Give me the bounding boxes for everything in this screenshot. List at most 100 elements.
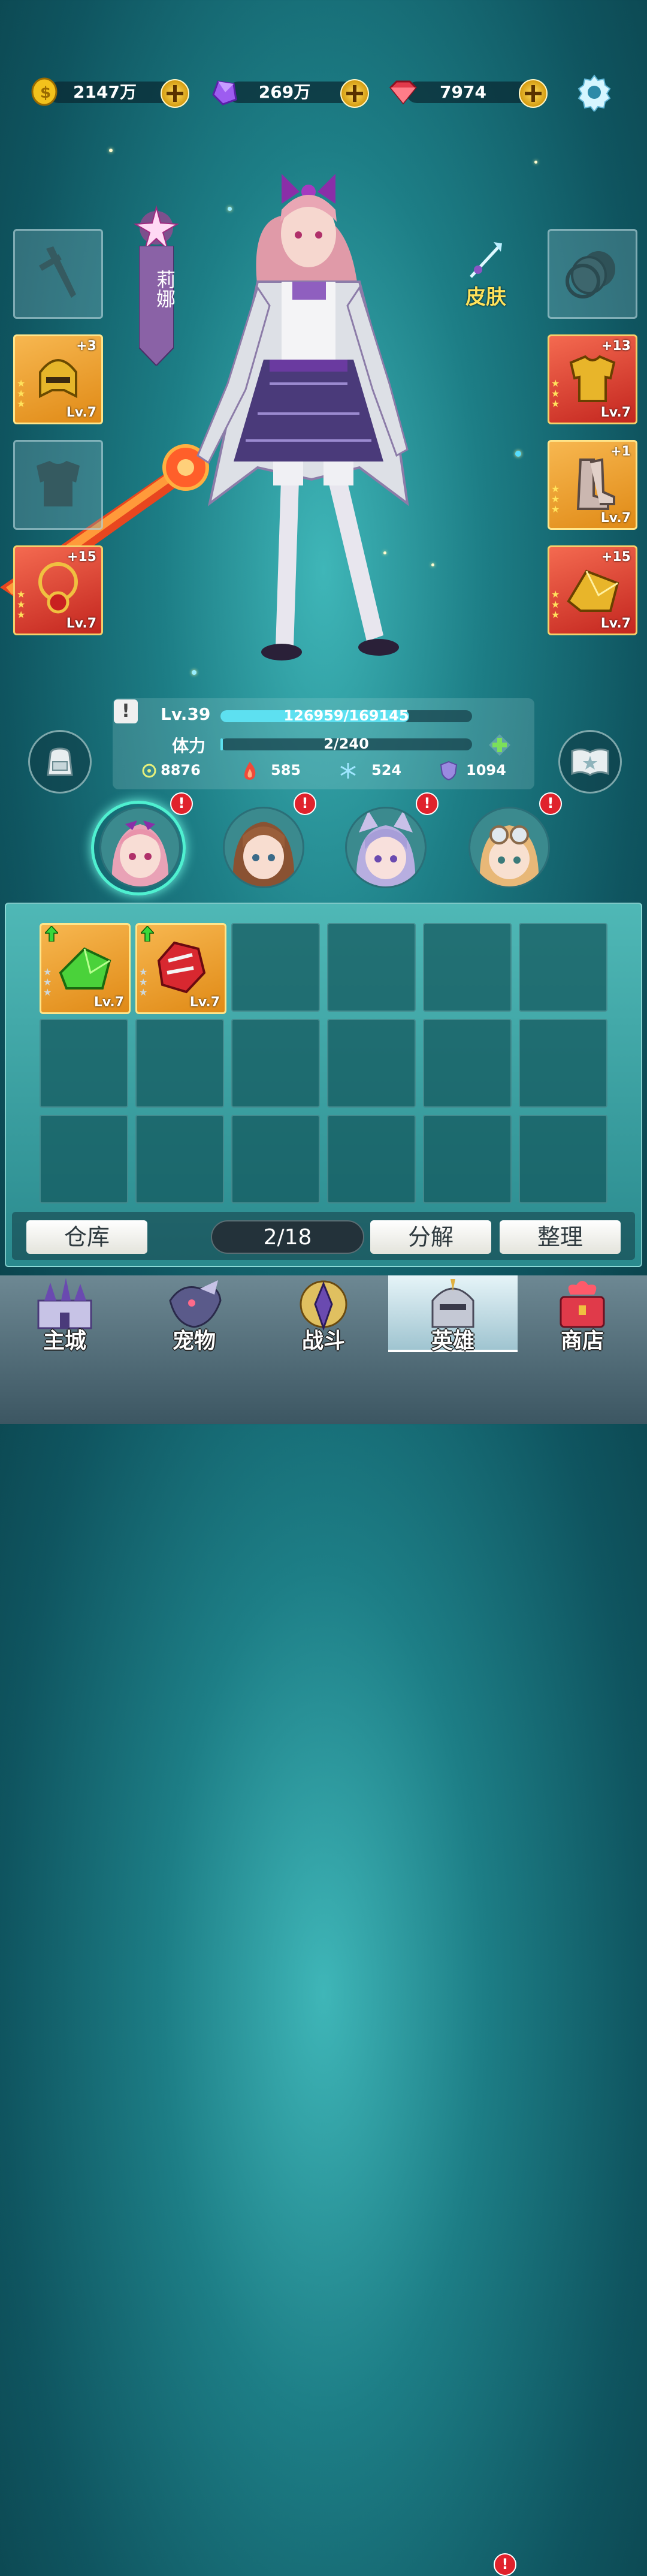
inventory-empty-cell[interactable] bbox=[231, 1115, 320, 1203]
castle-icon bbox=[37, 1278, 92, 1329]
add-crystal-button[interactable] bbox=[340, 79, 369, 108]
sword-silhouette-icon bbox=[39, 246, 76, 298]
ring-slot-empty[interactable] bbox=[548, 229, 637, 319]
inventory-empty-cell[interactable] bbox=[423, 1115, 512, 1203]
alert-badge: ! bbox=[494, 2553, 516, 2576]
ruby-amount: 7974 bbox=[440, 82, 486, 102]
upgrade-arrow-icon bbox=[141, 926, 154, 942]
item-level: Lv.7 bbox=[600, 511, 631, 526]
item-level: Lv.7 bbox=[93, 995, 124, 1010]
chest-armor-slot[interactable]: ★ ★ ★ +13 Lv.7 bbox=[548, 334, 637, 424]
star-rating: ★ ★ ★ bbox=[139, 966, 148, 998]
enhance-level: +13 bbox=[601, 339, 631, 354]
inventory-empty-cell[interactable] bbox=[135, 1115, 224, 1203]
nav-shop[interactable]: 商店 bbox=[518, 1275, 647, 1353]
inventory-empty-cell[interactable] bbox=[519, 1019, 607, 1108]
settings-gear-icon[interactable] bbox=[575, 73, 613, 111]
helmet-slot[interactable]: ★ ★ ★ +3 Lv.7 bbox=[13, 334, 103, 424]
cat-ear-portrait bbox=[347, 809, 425, 886]
gold-amount: 2147万 bbox=[73, 82, 137, 102]
item-level: Lv.7 bbox=[189, 995, 220, 1010]
alert-badge: ! bbox=[170, 792, 193, 815]
attack-crosshair-icon bbox=[142, 764, 156, 778]
nav-pet[interactable]: 宠物 bbox=[129, 1275, 259, 1353]
hero-avatar-3[interactable] bbox=[345, 807, 427, 888]
hero-stats-panel: ! Lv.39 126959/169145 体力 2/240 8876 585 … bbox=[113, 698, 534, 789]
star-rating: ★ ★ ★ bbox=[17, 378, 26, 409]
inventory-empty-cell[interactable] bbox=[327, 1019, 416, 1108]
nav-hero-active[interactable]: 英雄 bbox=[388, 1275, 518, 1353]
defense-shield-icon bbox=[440, 761, 458, 781]
add-gold-button[interactable] bbox=[161, 79, 189, 108]
item-level: Lv.7 bbox=[66, 405, 96, 420]
ice-snowflake-icon bbox=[340, 763, 356, 779]
bottom-navigation: 主城 宠物 战斗 英雄 ! 商店 bbox=[0, 1275, 647, 2576]
hero-avatar-lina[interactable] bbox=[99, 807, 181, 888]
inventory-empty-cell[interactable] bbox=[231, 923, 320, 1012]
inventory-empty-cell[interactable] bbox=[135, 1019, 224, 1108]
nav-label: 英雄 bbox=[431, 1329, 474, 1353]
inventory-item-red-gauntlet[interactable]: ★ ★ ★ Lv.7 bbox=[135, 923, 226, 1014]
warehouse-button[interactable]: 仓库 bbox=[26, 1220, 147, 1254]
inventory-empty-cell[interactable] bbox=[423, 1019, 512, 1108]
stamina-value: 2/240 bbox=[324, 735, 369, 752]
skin-button[interactable]: 皮肤 bbox=[459, 240, 513, 312]
star-rating: ★ ★ ★ bbox=[17, 589, 26, 620]
inventory-empty-cell[interactable] bbox=[423, 923, 512, 1012]
hero-avatar-4[interactable] bbox=[468, 807, 550, 888]
add-stamina-button[interactable] bbox=[488, 733, 512, 757]
nav-label: 主城 bbox=[43, 1329, 86, 1353]
fire-value: 585 bbox=[271, 762, 301, 779]
attack-value: 8876 bbox=[161, 762, 201, 779]
item-level: Lv.7 bbox=[600, 405, 631, 420]
inventory-empty-cell[interactable] bbox=[40, 1019, 128, 1108]
gloves-slot[interactable]: ★ ★ ★ +15 Lv.7 bbox=[548, 545, 637, 635]
nav-battle[interactable]: 战斗 bbox=[259, 1275, 388, 1353]
backpack-button[interactable] bbox=[28, 730, 92, 794]
upgrade-arrow-icon bbox=[45, 926, 58, 942]
necklace-slot[interactable]: ★ ★ ★ +15 Lv.7 bbox=[13, 545, 103, 635]
star-rating: ★ ★ ★ bbox=[551, 589, 560, 620]
svg-text:$: $ bbox=[40, 84, 51, 102]
alert-badge: ! bbox=[294, 792, 316, 815]
boots-slot[interactable]: ★ ★ ★ +1 Lv.7 bbox=[548, 440, 637, 530]
alert-badge: ! bbox=[416, 792, 439, 815]
nav-main-city[interactable]: 主城 bbox=[0, 1275, 129, 1353]
inventory-item-green-armor[interactable]: ★ ★ ★ Lv.7 bbox=[40, 923, 131, 1014]
nav-label: 战斗 bbox=[301, 1329, 345, 1353]
golden-chest-armor-icon bbox=[569, 355, 616, 402]
dragon-pet-icon bbox=[169, 1280, 222, 1328]
ruby-necklace-icon bbox=[38, 562, 78, 614]
golden-gauntlet-icon bbox=[567, 569, 619, 612]
enhance-level: +15 bbox=[601, 550, 631, 565]
boots-icon bbox=[576, 458, 615, 510]
fire-icon bbox=[244, 762, 256, 780]
trident-icon bbox=[470, 242, 502, 278]
inventory-empty-cell[interactable] bbox=[327, 1115, 416, 1203]
organize-button[interactable]: 整理 bbox=[500, 1220, 621, 1254]
inventory-empty-cell[interactable] bbox=[40, 1115, 128, 1203]
backpack-icon bbox=[47, 747, 73, 776]
crystal-currency: 269万 bbox=[210, 77, 369, 108]
add-ruby-button[interactable] bbox=[519, 79, 548, 108]
enhance-level: +15 bbox=[66, 550, 96, 565]
codex-book-button[interactable] bbox=[558, 730, 622, 794]
hero-avatar-2[interactable] bbox=[223, 807, 304, 888]
armor-slot-empty[interactable] bbox=[13, 440, 103, 530]
hero-level: Lv.39 bbox=[161, 704, 211, 724]
crossed-swords-icon bbox=[300, 1280, 347, 1331]
inventory-empty-cell[interactable] bbox=[519, 923, 607, 1012]
info-icon[interactable]: ! bbox=[114, 699, 138, 723]
inventory-capacity: 2/18 bbox=[211, 1220, 364, 1254]
inventory-empty-cell[interactable] bbox=[519, 1115, 607, 1203]
inventory-empty-cell[interactable] bbox=[231, 1019, 320, 1108]
golden-helmet-icon bbox=[39, 359, 77, 399]
goggles-blonde-portrait bbox=[470, 809, 548, 886]
treasure-chest-icon bbox=[560, 1281, 605, 1328]
decompose-button[interactable]: 分解 bbox=[370, 1220, 491, 1254]
item-level: Lv.7 bbox=[66, 616, 96, 631]
alert-badge: ! bbox=[539, 792, 562, 815]
weapon-slot-empty[interactable] bbox=[13, 229, 103, 319]
inventory-empty-cell[interactable] bbox=[327, 923, 416, 1012]
item-level: Lv.7 bbox=[600, 616, 631, 631]
